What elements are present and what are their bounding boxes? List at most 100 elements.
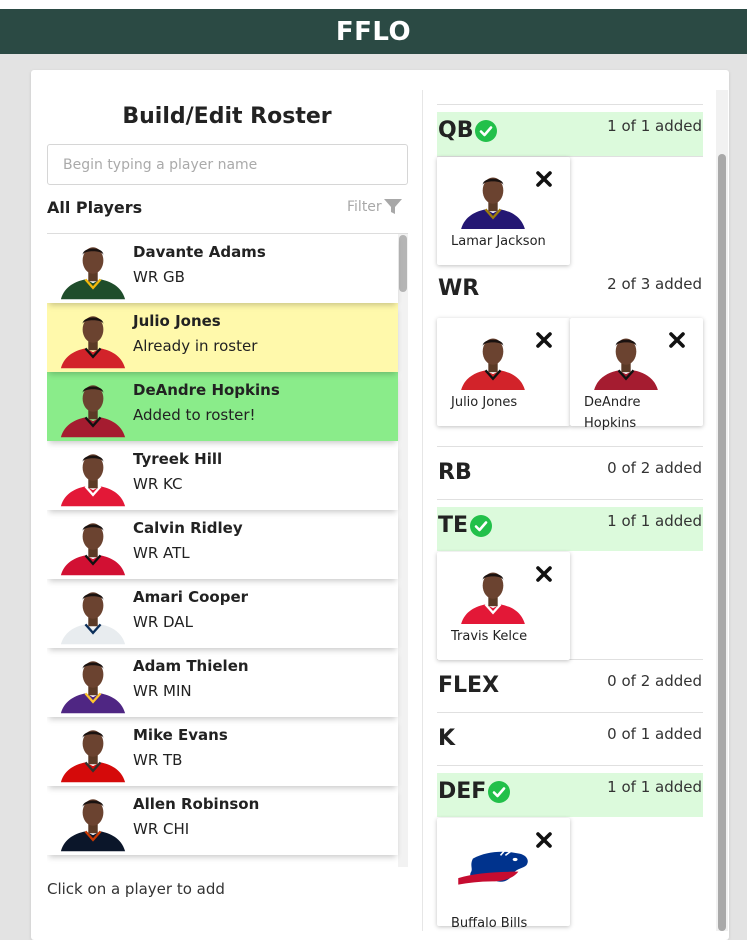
position-name: TE bbox=[438, 513, 469, 538]
filter-label: Filter bbox=[347, 199, 382, 215]
all-players-heading: All Players bbox=[47, 198, 143, 217]
player-photo bbox=[59, 375, 127, 439]
position-count-flex: 0 of 2 added bbox=[607, 672, 702, 690]
remove-icon[interactable] bbox=[667, 330, 687, 350]
player-list[interactable]: Davante Adams WR GB Julio Jones Already in … bbox=[47, 233, 408, 867]
roster-player-name: DeAndre Hopkins bbox=[584, 395, 641, 431]
player-name: Tyreek Hill bbox=[133, 450, 223, 468]
player-photo bbox=[59, 513, 127, 577]
player-photo bbox=[590, 330, 662, 390]
player-photo bbox=[457, 330, 529, 390]
player-row[interactable]: Julio Jones Already in roster bbox=[47, 303, 398, 372]
player-photo bbox=[59, 720, 127, 784]
player-photo bbox=[59, 651, 127, 715]
remove-icon[interactable] bbox=[534, 830, 554, 850]
roster-player-name: Travis Kelce bbox=[451, 629, 528, 644]
player-row[interactable]: DeAndre Hopkins Added to roster! bbox=[47, 372, 398, 441]
player-photo bbox=[59, 444, 127, 508]
player-photo bbox=[59, 789, 127, 853]
player-detail: WR TB bbox=[133, 751, 183, 769]
roster-card-wr[interactable]: Julio Jones bbox=[437, 318, 570, 426]
position-count-te: 1 of 1 added bbox=[607, 512, 702, 530]
position-header-rb: RB 0 of 2 added bbox=[437, 454, 703, 498]
position-name: RB bbox=[438, 460, 472, 485]
player-photo bbox=[457, 564, 529, 624]
player-photo bbox=[59, 582, 127, 646]
position-label-flex: FLEX bbox=[438, 673, 499, 698]
player-name: Davante Adams bbox=[133, 243, 266, 261]
remove-icon[interactable] bbox=[534, 564, 554, 584]
player-name: Mike Evans bbox=[133, 726, 228, 744]
roster-card-qb[interactable]: Lamar Jackson bbox=[437, 157, 570, 265]
remove-icon[interactable] bbox=[534, 330, 554, 350]
position-header-te: TE 1 of 1 added bbox=[437, 507, 703, 551]
player-name: Julio Jones bbox=[133, 312, 221, 330]
player-photo bbox=[457, 169, 529, 229]
player-detail: WR MIN bbox=[133, 682, 192, 700]
player-name: Amari Cooper bbox=[133, 588, 249, 606]
position-name: WR bbox=[438, 276, 480, 301]
player-detail: WR CHI bbox=[133, 820, 190, 838]
player-row[interactable]: Adam Thielen WR MIN bbox=[47, 648, 398, 717]
position-name: K bbox=[438, 726, 456, 751]
roster-card-def[interactable]: Buffalo Bills bbox=[437, 818, 570, 931]
player-name: DeAndre Hopkins bbox=[133, 381, 280, 399]
player-row[interactable]: Allen Robinson WR CHI bbox=[47, 786, 398, 855]
page-title: Build/Edit Roster bbox=[122, 104, 332, 129]
section-divider bbox=[437, 765, 703, 766]
position-label-rb: RB bbox=[438, 460, 472, 485]
player-photo bbox=[59, 237, 127, 301]
player-row[interactable]: Calvin Ridley WR ATL bbox=[47, 510, 398, 579]
position-header-k: K 0 of 1 added bbox=[437, 720, 703, 764]
player-list-scroll-thumb[interactable] bbox=[399, 235, 407, 292]
player-detail: Added to roster! bbox=[133, 406, 256, 424]
check-circle-icon bbox=[470, 514, 493, 537]
roster-player-name: Lamar Jackson bbox=[451, 234, 546, 249]
position-count-wr: 2 of 3 added bbox=[607, 275, 702, 293]
position-count-qb: 1 of 1 added bbox=[607, 117, 702, 135]
player-detail: WR DAL bbox=[133, 613, 193, 631]
position-count-rb: 0 of 2 added bbox=[607, 459, 702, 477]
player-detail: WR ATL bbox=[133, 544, 190, 562]
player-row[interactable]: Mike Evans WR TB bbox=[47, 717, 398, 786]
position-name: DEF bbox=[438, 779, 487, 804]
position-name: QB bbox=[438, 118, 474, 143]
position-header-wr: WR 2 of 3 added bbox=[437, 270, 703, 314]
player-row[interactable]: Tyreek Hill WR KC bbox=[47, 441, 398, 510]
player-row[interactable]: Davante Adams WR GB bbox=[47, 234, 398, 303]
roster-scrollbar[interactable] bbox=[716, 90, 728, 931]
check-circle-icon bbox=[475, 119, 498, 142]
player-detail: WR GB bbox=[133, 268, 185, 286]
position-label-wr: WR bbox=[438, 276, 479, 301]
section-divider bbox=[437, 712, 703, 713]
add-hint: Click on a player to add bbox=[47, 880, 225, 898]
player-photo bbox=[59, 306, 127, 370]
position-header-def: DEF 1 of 1 added bbox=[437, 773, 703, 817]
section-divider bbox=[437, 446, 703, 447]
panel-divider bbox=[422, 90, 423, 931]
position-name: FLEX bbox=[438, 673, 500, 698]
roster-scroll-thumb[interactable] bbox=[718, 154, 726, 931]
player-row[interactable]: Amari Cooper WR DAL bbox=[47, 579, 398, 648]
player-detail: Already in roster bbox=[133, 337, 258, 355]
section-divider bbox=[437, 499, 703, 500]
roster-card-wr[interactable]: DeAndre Hopkins bbox=[570, 318, 703, 431]
funnel-icon bbox=[383, 199, 402, 214]
position-label-def: DEF bbox=[438, 779, 511, 804]
remove-icon[interactable] bbox=[534, 169, 554, 189]
player-list-scrollbar[interactable] bbox=[398, 234, 408, 867]
roster-card-te[interactable]: Travis Kelce bbox=[437, 552, 570, 660]
position-label-te: TE bbox=[438, 513, 493, 538]
player-name: Adam Thielen bbox=[133, 657, 249, 675]
filter-button[interactable]: Filter bbox=[347, 199, 402, 215]
position-count-k: 0 of 1 added bbox=[607, 725, 702, 743]
player-name: Calvin Ridley bbox=[133, 519, 243, 537]
app-title: FFLO bbox=[335, 16, 412, 47]
check-circle-icon bbox=[488, 780, 511, 803]
player-search-input[interactable] bbox=[47, 144, 408, 185]
position-label-qb: QB bbox=[438, 118, 498, 143]
position-count-def: 1 of 1 added bbox=[607, 778, 702, 796]
app-header: FFLO bbox=[0, 9, 747, 54]
player-name: Allen Robinson bbox=[133, 795, 260, 813]
roster-player-name: Julio Jones bbox=[451, 395, 518, 410]
